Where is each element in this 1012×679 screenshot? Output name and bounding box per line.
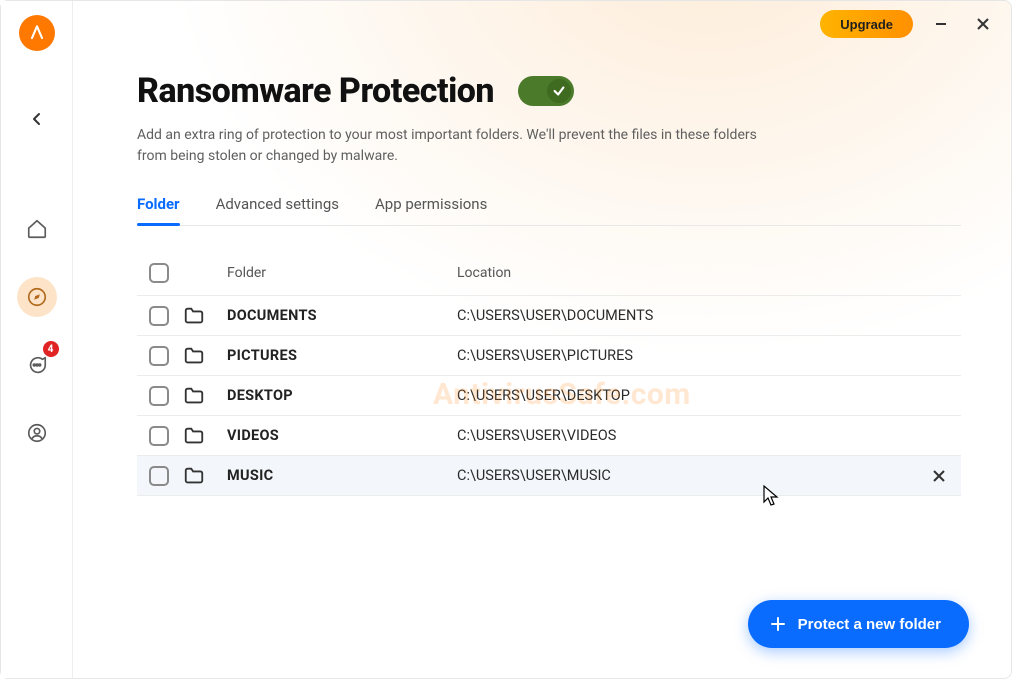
folder-icon: [183, 385, 227, 407]
plus-icon: [770, 616, 786, 632]
folder-icon: [183, 305, 227, 327]
folder-name: MUSIC: [227, 467, 457, 484]
tab-folder[interactable]: Folder: [137, 195, 180, 225]
folders-table: Folder Location DOCUMENTSC:\USERS\USER\D…: [137, 250, 961, 496]
row-checkbox[interactable]: [149, 466, 169, 486]
folder-location: C:\USERS\USER\DESKTOP: [457, 387, 917, 404]
sidebar-item-messages[interactable]: 4: [17, 345, 57, 385]
table-row[interactable]: DESKTOPC:\USERS\USER\DESKTOP: [137, 376, 961, 416]
folder-name: PICTURES: [227, 347, 457, 364]
table-row[interactable]: VIDEOSC:\USERS\USER\VIDEOS: [137, 416, 961, 456]
tabs: Folder Advanced settings App permissions: [137, 195, 961, 226]
notification-badge: 4: [43, 341, 59, 357]
folder-location: C:\USERS\USER\PICTURES: [457, 347, 917, 364]
table-header: Folder Location: [137, 250, 961, 296]
protect-folder-button[interactable]: Protect a new folder: [748, 600, 969, 648]
table-row[interactable]: PICTURESC:\USERS\USER\PICTURES: [137, 336, 961, 376]
folder-location: C:\USERS\USER\MUSIC: [457, 467, 917, 484]
compass-icon: [26, 286, 48, 308]
toggle-knob: [547, 79, 571, 103]
folder-name: DESKTOP: [227, 387, 457, 404]
protection-toggle[interactable]: [518, 76, 574, 106]
tab-app-permissions[interactable]: App permissions: [375, 195, 487, 225]
select-all-checkbox[interactable]: [149, 263, 169, 283]
protect-folder-label: Protect a new folder: [798, 616, 941, 633]
sidebar-item-home[interactable]: [17, 209, 57, 249]
user-icon: [26, 422, 48, 444]
sidebar: 4: [1, 1, 73, 678]
folder-location: C:\USERS\USER\DOCUMENTS: [457, 307, 917, 324]
table-row[interactable]: DOCUMENTSC:\USERS\USER\DOCUMENTS: [137, 296, 961, 336]
folder-icon: [183, 425, 227, 447]
col-folder: Folder: [227, 265, 457, 281]
folder-location: C:\USERS\USER\VIDEOS: [457, 427, 917, 444]
chat-icon: [26, 354, 48, 376]
row-checkbox[interactable]: [149, 426, 169, 446]
tab-advanced-settings[interactable]: Advanced settings: [216, 195, 339, 225]
sidebar-item-explore[interactable]: [17, 277, 57, 317]
table-row[interactable]: MUSICC:\USERS\USER\MUSIC: [137, 456, 961, 496]
col-location: Location: [457, 265, 917, 281]
app-logo: [19, 15, 55, 51]
folder-name: DOCUMENTS: [227, 307, 457, 324]
chevron-left-icon: [29, 111, 45, 127]
logo-icon: [27, 23, 47, 43]
page-subtitle: Add an extra ring of protection to your …: [137, 125, 777, 167]
folder-icon: [183, 345, 227, 367]
row-checkbox[interactable]: [149, 346, 169, 366]
folder-name: VIDEOS: [227, 427, 457, 444]
page-title: Ransomware Protection: [137, 71, 494, 111]
remove-row-button[interactable]: [917, 468, 961, 484]
main-panel: Ransomware Protection Add an extra ring …: [73, 1, 1011, 678]
home-icon: [26, 218, 48, 240]
back-button[interactable]: [17, 99, 57, 139]
row-checkbox[interactable]: [149, 306, 169, 326]
check-icon: [552, 84, 566, 98]
folder-icon: [183, 465, 227, 487]
sidebar-item-account[interactable]: [17, 413, 57, 453]
row-checkbox[interactable]: [149, 386, 169, 406]
